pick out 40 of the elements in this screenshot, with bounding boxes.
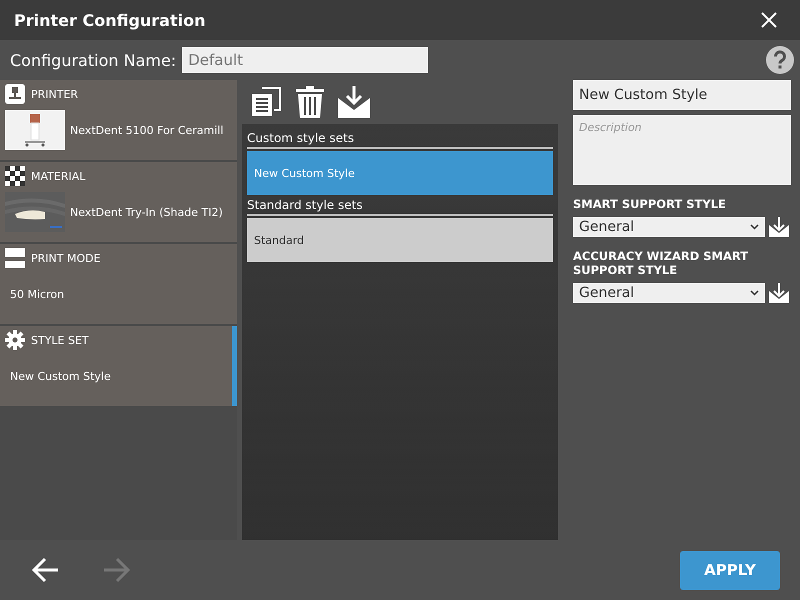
- style-dropdown[interactable]: General: [573, 283, 765, 303]
- chevron-icon: [750, 290, 759, 296]
- trash-icon[interactable]: [296, 86, 324, 118]
- chevron-icon: [750, 224, 759, 230]
- gear-icon: [5, 330, 25, 350]
- field-label: SMART SUPPORT STYLE: [573, 197, 727, 211]
- style-dropdown[interactable]: General: [573, 217, 765, 237]
- window-title: Printer Configuration: [14, 10, 206, 30]
- category-label: STYLE SET: [31, 334, 89, 346]
- style-name-field[interactable]: New Custom Style: [573, 80, 791, 110]
- download-icon[interactable]: [769, 283, 789, 303]
- help-icon[interactable]: [766, 46, 794, 74]
- category-label: PRINTER: [31, 88, 78, 100]
- field-label: ACCURACY WIZARD SMART SUPPORT STYLE: [573, 249, 750, 277]
- group-heading: Custom style sets: [247, 128, 553, 149]
- close-icon[interactable]: [760, 11, 778, 29]
- download-icon[interactable]: [769, 217, 789, 237]
- configuration-name-label: Configuration Name:: [10, 50, 176, 70]
- category-panel[interactable]: PRINTER NextDent 5100 For Ceramill: [0, 80, 237, 162]
- category-label: PRINT MODE: [31, 252, 101, 264]
- category-panel[interactable]: PRINT MODE 50 Micron: [0, 244, 237, 326]
- category-value: New Custom Style: [9, 370, 111, 382]
- printer-icon: [5, 84, 25, 104]
- style-set-item[interactable]: New Custom Style: [247, 151, 553, 195]
- category-value: NextDent Try-In (Shade TI2): [70, 206, 223, 218]
- layers-icon: [5, 248, 25, 268]
- category-panel[interactable]: MATERIAL NextDent Try-In (Shade TI2): [0, 162, 237, 244]
- style-set-item[interactable]: Standard: [247, 218, 553, 262]
- configuration-name-field[interactable]: Default: [182, 47, 428, 73]
- back-arrow-icon[interactable]: [30, 555, 60, 585]
- checkered-icon: [5, 166, 25, 186]
- category-panel[interactable]: STYLE SET New Custom Style: [0, 326, 237, 408]
- category-value: NextDent 5100 For Ceramill: [70, 124, 224, 136]
- category-label: MATERIAL: [31, 170, 86, 182]
- import-icon[interactable]: [338, 86, 370, 118]
- apply-button[interactable]: APPLY: [680, 550, 780, 590]
- category-value: 50 Micron: [9, 288, 64, 300]
- copy-icon[interactable]: [250, 86, 282, 118]
- group-heading: Standard style sets: [247, 195, 553, 216]
- description-field[interactable]: Description: [573, 115, 791, 185]
